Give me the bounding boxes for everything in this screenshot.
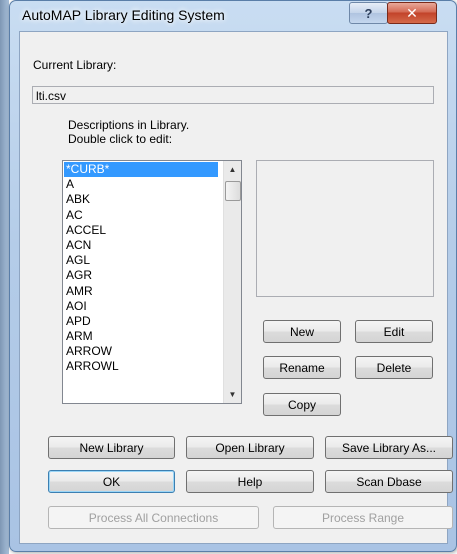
descriptions-list[interactable]: *CURB* A ABK AC ACCEL ACN AGL AGR AMR AOI APD ARM AR… bbox=[63, 161, 241, 375]
list-item[interactable]: AMR bbox=[64, 284, 218, 299]
open-library-button[interactable]: Open Library bbox=[186, 436, 314, 459]
list-item[interactable]: ARROWL bbox=[64, 359, 218, 374]
new-library-button[interactable]: New Library bbox=[48, 436, 175, 459]
background-window-edge bbox=[0, 0, 9, 554]
list-item[interactable]: AOI bbox=[64, 299, 218, 314]
scan-dbase-button[interactable]: Scan Dbase bbox=[325, 470, 453, 493]
new-button[interactable]: New bbox=[263, 320, 341, 343]
list-item[interactable]: ARROW bbox=[64, 344, 218, 359]
copy-button[interactable]: Copy bbox=[263, 393, 341, 416]
process-all-connections-button: Process All Connections bbox=[48, 506, 259, 529]
save-library-as-button[interactable]: Save Library As... bbox=[325, 436, 453, 459]
edit-button[interactable]: Edit bbox=[355, 320, 433, 343]
list-item[interactable]: *CURB* bbox=[64, 162, 218, 178]
descriptions-listbox[interactable]: *CURB* A ABK AC ACCEL ACN AGL AGR AMR AOI APD ARM AR… bbox=[62, 160, 242, 404]
delete-button[interactable]: Delete bbox=[355, 356, 433, 379]
list-item[interactable]: A bbox=[64, 177, 218, 192]
list-item[interactable]: AGR bbox=[64, 268, 218, 283]
list-item[interactable]: ABK bbox=[64, 192, 218, 207]
process-range-button: Process Range bbox=[273, 506, 453, 529]
rename-button[interactable]: Rename bbox=[263, 356, 341, 379]
dialog-window: AutoMAP Library Editing System ? ✕ Curre… bbox=[9, 0, 457, 552]
close-icon[interactable]: ✕ bbox=[387, 2, 437, 24]
instructions-line2: Double click to edit: bbox=[68, 132, 173, 146]
current-library-field: lti.csv bbox=[32, 86, 434, 104]
description-preview-box bbox=[256, 160, 434, 297]
list-item[interactable]: ACCEL bbox=[64, 223, 218, 238]
list-scrollbar[interactable]: ▲ ▼ bbox=[223, 161, 241, 403]
scroll-up-icon[interactable]: ▲ bbox=[224, 161, 241, 178]
list-item[interactable]: APD bbox=[64, 314, 218, 329]
list-item[interactable]: AC bbox=[64, 208, 218, 223]
ok-button[interactable]: OK bbox=[48, 470, 175, 493]
help-button[interactable]: Help bbox=[186, 470, 314, 493]
instructions-line1: Descriptions in Library. bbox=[68, 118, 190, 132]
window-title: AutoMAP Library Editing System bbox=[22, 7, 225, 23]
current-library-label: Current Library: bbox=[33, 58, 117, 72]
scroll-thumb[interactable] bbox=[225, 181, 241, 201]
dialog-body: Current Library: lti.csv Descriptions in… bbox=[19, 31, 453, 544]
list-item[interactable]: ACN bbox=[64, 238, 218, 253]
list-item[interactable]: AGL bbox=[64, 253, 218, 268]
help-icon[interactable]: ? bbox=[349, 2, 388, 24]
scroll-down-icon[interactable]: ▼ bbox=[224, 386, 241, 403]
list-item[interactable]: ARM bbox=[64, 329, 218, 344]
